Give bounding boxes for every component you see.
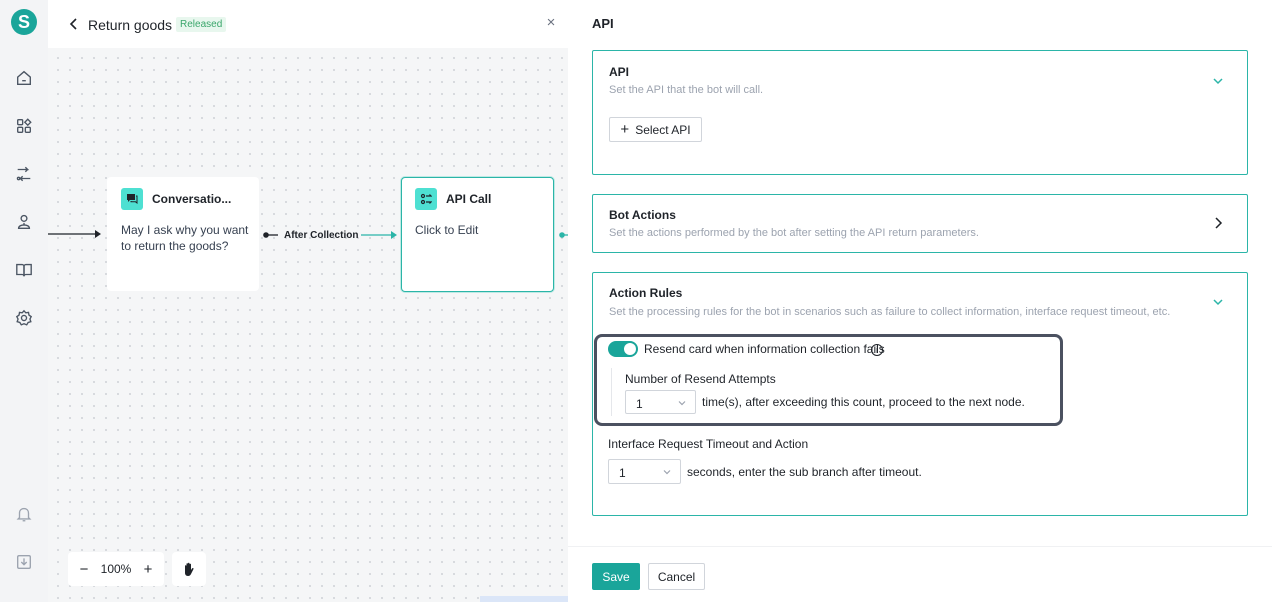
node-body: May I ask why you want to return the goo… — [121, 222, 248, 254]
flow-canvas[interactable]: Return goods Released × After Collection… — [48, 0, 568, 602]
node-title: API Call — [446, 192, 492, 206]
chevron-right-icon[interactable] — [1211, 216, 1225, 230]
apps-icon[interactable] — [14, 116, 34, 136]
conversation-node[interactable]: Conversatio... May I ask why you want to… — [107, 177, 259, 291]
api-card: API Set the API that the bot will call. … — [592, 50, 1248, 175]
horizontal-scrollbar[interactable] — [480, 596, 568, 602]
download-icon[interactable] — [14, 552, 34, 572]
panel-title: API — [592, 16, 614, 31]
flow-edges — [48, 230, 568, 239]
node-body: Click to Edit — [415, 223, 479, 237]
hand-tool-icon[interactable] — [172, 552, 206, 586]
api-config-panel: API API Set the API that the bot will ca… — [568, 0, 1272, 602]
timeout-label: Interface Request Timeout and Action — [608, 437, 809, 451]
api-icon — [415, 188, 437, 210]
footer-divider — [568, 546, 1272, 547]
card-title: Action Rules — [609, 286, 683, 300]
chevron-down-icon — [662, 466, 672, 476]
resend-toggle-label: Resend card when information collection … — [644, 342, 885, 356]
zoom-out-button[interactable]: − — [77, 561, 91, 578]
cancel-button[interactable]: Cancel — [648, 563, 705, 590]
app-logo[interactable]: S — [11, 9, 37, 35]
zoom-in-button[interactable]: + — [141, 561, 155, 578]
indent-line — [611, 368, 612, 416]
bell-icon[interactable] — [14, 504, 34, 524]
info-icon[interactable]: i — [871, 344, 883, 356]
timeout-select[interactable]: 1 — [608, 459, 681, 484]
left-rail: S — [0, 0, 48, 602]
bot-actions-card[interactable]: Bot Actions Set the actions performed by… — [592, 194, 1248, 253]
select-value: 1 — [636, 397, 643, 411]
chevron-down-icon — [677, 397, 687, 407]
resend-attempts-select[interactable]: 1 — [625, 390, 696, 414]
card-title: Bot Actions — [609, 208, 676, 222]
user-icon[interactable] — [14, 212, 34, 232]
timeout-suffix: seconds, enter the sub branch after time… — [687, 465, 922, 479]
card-title: API — [609, 65, 630, 79]
node-body-line: May I ask why you want — [121, 223, 249, 237]
api-call-node[interactable]: API Call Click to Edit — [401, 177, 554, 292]
flow-icon[interactable] — [14, 164, 34, 184]
chevron-down-icon[interactable] — [1211, 295, 1225, 309]
edge-label: After Collection — [284, 230, 359, 241]
zoom-level: 100% — [100, 562, 132, 576]
chevron-down-icon[interactable] — [1211, 74, 1225, 88]
select-api-button[interactable]: + Select API — [609, 117, 702, 142]
select-value: 1 — [619, 466, 626, 480]
home-icon[interactable] — [14, 68, 34, 88]
plus-icon: + — [620, 121, 630, 138]
resend-attempts-suffix: time(s), after exceeding this count, pro… — [702, 395, 1025, 409]
save-button[interactable]: Save — [592, 563, 640, 590]
node-title: Conversatio... — [152, 192, 232, 206]
node-body-line: to return the goods? — [121, 239, 229, 253]
select-api-label: Select API — [635, 122, 691, 137]
card-description: Set the processing rules for the bot in … — [609, 306, 1171, 318]
resend-attempts-label: Number of Resend Attempts — [625, 372, 776, 386]
chat-icon — [121, 188, 143, 210]
settings-icon[interactable] — [14, 308, 34, 328]
card-description: Set the actions performed by the bot aft… — [609, 227, 979, 239]
book-icon[interactable] — [14, 260, 34, 280]
card-description: Set the API that the bot will call. — [609, 84, 764, 96]
zoom-control: − 100% + — [68, 552, 164, 586]
resend-card-toggle[interactable] — [608, 341, 638, 357]
